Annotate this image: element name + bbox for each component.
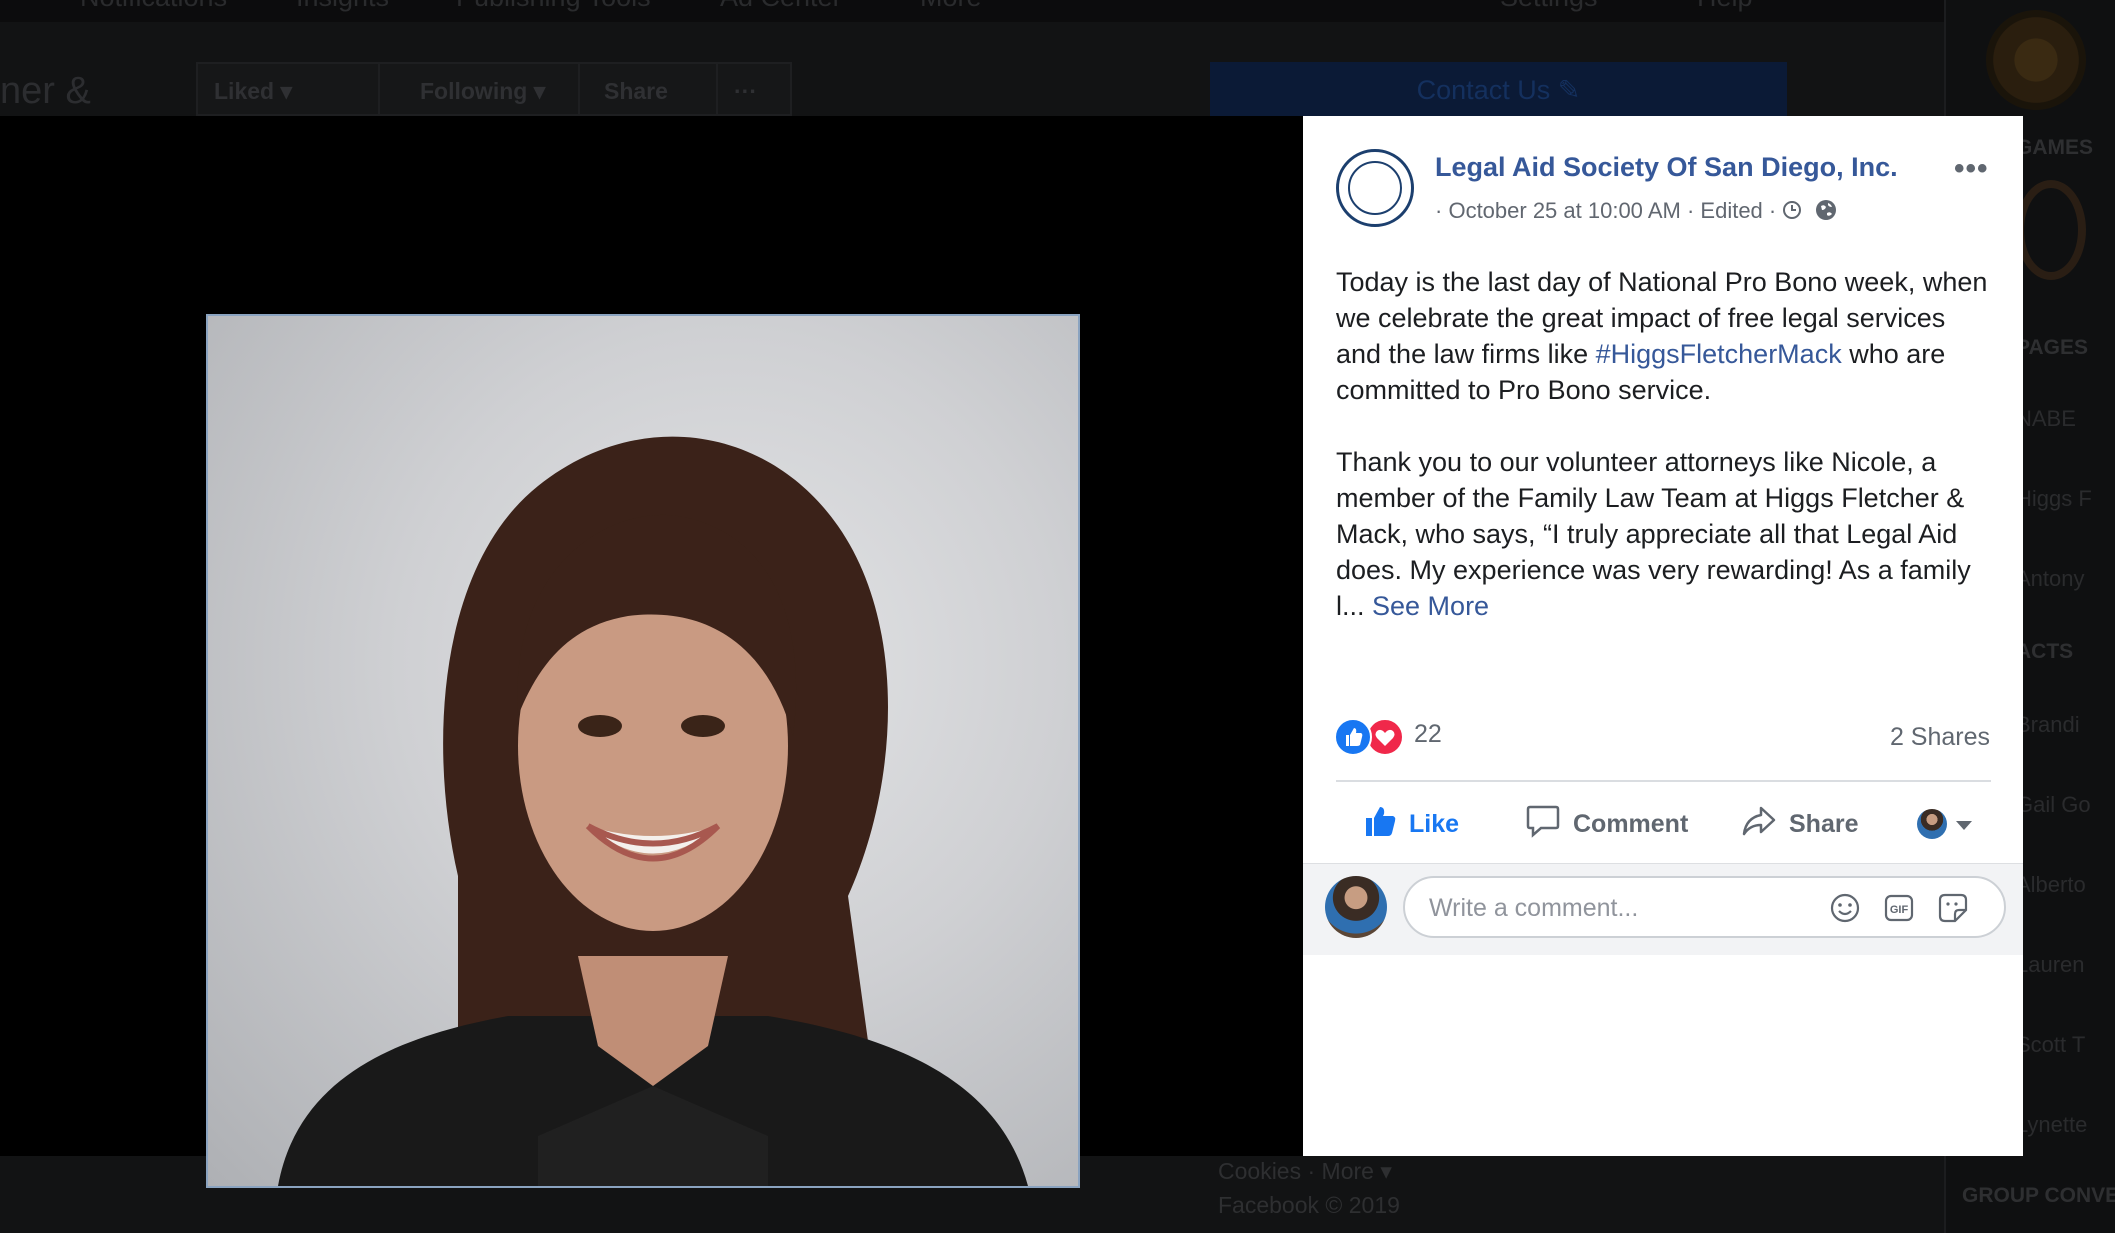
svg-text:GIF: GIF (1890, 904, 1909, 916)
nav-notifications: Notifications (80, 0, 227, 13)
background-contact-button: Contact Us ✎ (1210, 62, 1787, 118)
nav-ad-center: Ad Center (720, 0, 842, 13)
like-button[interactable]: Like (1363, 796, 1459, 852)
rc-name-6: Alberto (2016, 872, 2086, 897)
share-button-label: Share (1789, 809, 1859, 838)
post-photo[interactable] (206, 314, 1080, 1188)
comment-input[interactable] (1427, 886, 1831, 930)
rc-name-1: NABE (2016, 406, 2076, 431)
comment-button-label: Comment (1573, 809, 1689, 838)
nav-insights: Insights (296, 0, 389, 13)
liked-label: Liked (214, 78, 275, 104)
page-name-link[interactable]: Legal Aid Society Of San Diego, Inc. (1435, 152, 1898, 183)
rc-name-8: Scott T (2016, 1032, 2086, 1057)
globe-icon[interactable] (1815, 199, 1837, 227)
post-paragraph-2: Thank you to our volunteer attorneys lik… (1336, 444, 1996, 624)
background-liked-button: Liked ▾ (196, 62, 380, 116)
heading-contacts: ACTS (2016, 640, 2074, 663)
background-game-icon (2016, 180, 2086, 280)
more-label: ··· (734, 78, 757, 104)
portrait-illustration (278, 436, 1028, 1186)
post-as-selector[interactable] (1917, 796, 1973, 852)
chevron-down-icon (1955, 810, 1973, 839)
comment-box[interactable]: GIF (1403, 876, 2006, 938)
post-meta: · October 25 at 10:00 AM · Edited · (1435, 198, 1837, 227)
sticker-icon[interactable] (1937, 892, 1969, 924)
post-paragraph-1: Today is the last day of National Pro Bo… (1336, 264, 1996, 408)
contact-label: Contact Us (1416, 75, 1551, 105)
comment-button[interactable]: Comment (1525, 796, 1688, 852)
reaction-count[interactable]: 22 (1414, 720, 1442, 749)
thumbs-up-icon (1363, 804, 1397, 845)
hashtag-link[interactable]: #HiggsFletcherMack (1596, 339, 1842, 369)
viewer-avatar-small (1917, 809, 1947, 839)
clock-icon (1782, 200, 1802, 226)
heading-group-conversations: GROUP CONVE (1962, 1184, 2115, 1207)
rc-name-3: Antony (2016, 566, 2085, 591)
background-top-nav: Notifications Insights Publishing Tools … (0, 0, 1944, 22)
rc-name-7: Lauren (2016, 952, 2085, 977)
comment-icon (1525, 804, 1561, 845)
actions-divider (1336, 780, 1991, 782)
viewer-avatar[interactable] (1325, 876, 1387, 938)
like-reaction-icon (1334, 718, 1372, 756)
background-page-title: ner & (0, 70, 91, 112)
shares-count[interactable]: 2 Shares (1890, 723, 1990, 752)
post-panel: Legal Aid Society Of San Diego, Inc. •••… (1303, 116, 2023, 1156)
page-avatar[interactable] (1336, 149, 1414, 227)
nav-settings: Settings (1500, 0, 1598, 13)
meta-separator: · (1435, 198, 1443, 223)
see-more-link[interactable]: See More (1372, 591, 1489, 621)
gif-icon[interactable]: GIF (1883, 892, 1915, 924)
share-button[interactable]: Share (1741, 796, 1858, 852)
share-label: Share (604, 78, 668, 104)
nav-more: More (920, 0, 982, 13)
background-more-button: ··· (716, 62, 792, 116)
meta-separator: · (1686, 198, 1695, 223)
background-share-button: Share (578, 62, 718, 116)
heading-pages: PAGES (2016, 336, 2088, 359)
share-arrow-icon (1741, 804, 1777, 845)
post-body: Today is the last day of National Pro Bo… (1336, 264, 1996, 660)
photo-viewer-stage[interactable] (0, 116, 1303, 1188)
heading-games: GAMES (2016, 136, 2094, 159)
rc-name-4: Brandi (2016, 712, 2080, 737)
post-more-options-button[interactable]: ••• (1954, 152, 1989, 186)
background-footer-links: Cookies · More ▾ (1218, 1158, 1392, 1184)
rc-name-2: Higgs F (2016, 486, 2092, 511)
emoji-icon[interactable] (1829, 892, 1861, 924)
following-label: Following (420, 78, 528, 104)
edited-label[interactable]: Edited (1700, 198, 1762, 223)
nav-publishing-tools: Publishing Tools (456, 0, 651, 13)
background-following-button: Following ▾ (378, 62, 580, 116)
background-game-avatar (1986, 10, 2086, 110)
background-footer-copyright: Facebook © 2019 (1218, 1192, 1400, 1218)
nav-help: Help (1697, 0, 1753, 13)
post-timestamp[interactable]: October 25 at 10:00 AM (1448, 198, 1680, 223)
comment-composer: GIF (1303, 863, 2023, 955)
rc-name-5: Gail Go (2016, 792, 2091, 817)
meta-separator: · (1768, 198, 1777, 223)
like-button-label: Like (1409, 809, 1460, 838)
rc-name-9: Lynette (2016, 1112, 2088, 1137)
